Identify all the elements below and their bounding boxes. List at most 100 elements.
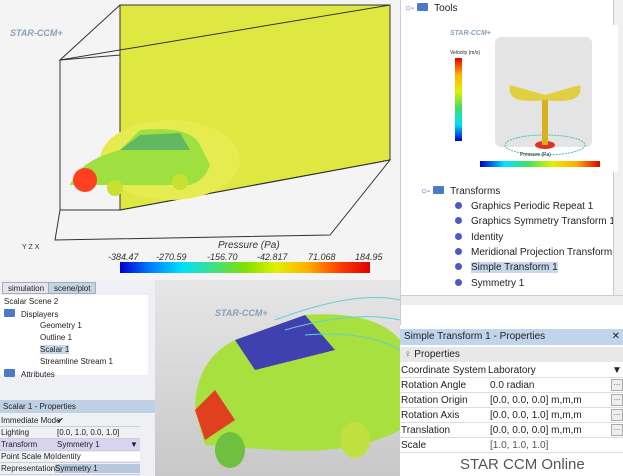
prop-row[interactable]: Rotation Origin [0.0, 0.0, 0.0] m,m,m … xyxy=(400,393,623,408)
properties-section: ♀ Properties xyxy=(400,347,623,362)
streamline-scene-view[interactable]: STAR-CCM+ xyxy=(155,280,400,476)
pressure-scene-view[interactable]: STAR-CCM+ Y Z X Pressure (Pa) -384.47 -2… xyxy=(0,0,400,280)
axis-x: X xyxy=(34,244,40,251)
pin-icon: ♀ xyxy=(404,349,412,360)
tree-item-selected[interactable]: Simple Transform 1 xyxy=(455,262,558,273)
tree-item[interactable]: Identity xyxy=(455,232,503,243)
prop-value[interactable]: [0.0, 1.0, 0.0, 1.0] xyxy=(57,428,119,437)
tree-label: Attributes xyxy=(21,370,55,379)
scene-tree[interactable]: Scalar Scene 2 Displayers Geometry 1 Out… xyxy=(0,295,148,379)
prop-value[interactable]: [0.0, 0.0, 1.0] m,m,m xyxy=(490,410,582,421)
folder-icon xyxy=(433,186,445,194)
prop-row[interactable]: Rotation Angle 0.0 radian… xyxy=(400,378,623,393)
tree-item[interactable]: Graphics Symmetry Transform 1 xyxy=(455,216,615,227)
properties-title: Simple Transform 1 - Properties xyxy=(400,329,623,345)
ellipsis-button[interactable]: … xyxy=(611,394,623,406)
transform-icon xyxy=(455,248,462,255)
prop-row[interactable]: Point Scale Mode Identity xyxy=(0,451,140,463)
legend-tick: -384.47 xyxy=(108,252,139,262)
transform-icon xyxy=(455,202,462,209)
transform-icon xyxy=(455,279,462,286)
car-pressure-render xyxy=(54,4,392,241)
close-icon[interactable]: ✕ xyxy=(612,331,620,342)
velocity-legend-title: Velocity (m/s) xyxy=(450,50,481,56)
prop-row[interactable]: Immediate Mode ✔ xyxy=(0,415,140,427)
prop-row[interactable]: Translation [0.0, 0.0, 0.0] m,m,m … xyxy=(400,423,623,438)
transform-icon xyxy=(455,217,462,224)
tree-hscrollbar[interactable] xyxy=(401,295,623,305)
prop-key: Scale xyxy=(401,440,427,451)
velocity-color-bar xyxy=(455,58,462,141)
section-label: Properties xyxy=(414,349,460,360)
coordinate-system-dropdown[interactable]: Laboratory xyxy=(488,365,536,376)
axis-z: Z xyxy=(28,244,33,251)
transform-dropdown[interactable]: Symmetry 1 xyxy=(57,440,100,449)
legend-tick: -270.59 xyxy=(156,252,187,262)
legend-tick: 71.068 xyxy=(308,252,336,262)
tree-item[interactable]: Graphics Periodic Repeat 1 xyxy=(455,201,593,212)
pressure-color-bar xyxy=(480,161,600,167)
tree-node-tools[interactable]: ○- Tools xyxy=(405,3,458,14)
tree-label: Symmetry 1 xyxy=(471,278,525,289)
tree-item[interactable]: Symmetry 1 xyxy=(455,278,524,289)
tree-item[interactable]: Streamline Stream 1 xyxy=(40,357,113,366)
tree-label: Identity xyxy=(471,232,504,243)
properties-title: Scalar 1 - Properties xyxy=(0,400,155,413)
prop-key: Immediate Mode xyxy=(1,416,61,425)
pressure-legend-title: Pressure (Pa) xyxy=(520,152,551,158)
prop-row[interactable]: Representation Symmetry 1 xyxy=(0,463,140,475)
axis-triad-icon: Y Z X xyxy=(22,244,39,251)
axis-y: Y xyxy=(22,244,27,251)
tree-label: Transforms xyxy=(450,186,501,197)
tree-node-transforms[interactable]: ○- Transforms xyxy=(421,186,500,197)
tree-item-selected[interactable]: Scalar 1 xyxy=(40,345,70,354)
prop-row[interactable]: Scale [1.0, 1.0, 1.0] xyxy=(400,438,623,453)
tree-label: Tools xyxy=(434,3,458,14)
tree-node-attributes[interactable]: Attributes xyxy=(4,369,55,379)
prop-row[interactable]: Coordinate System Laboratory ▼ xyxy=(400,363,623,378)
tree-item[interactable]: Outline 1 xyxy=(40,333,72,342)
ellipsis-button[interactable]: … xyxy=(611,424,623,436)
folder-icon xyxy=(4,309,15,317)
prop-value[interactable]: [1.0, 1.0, 1.0] xyxy=(490,440,548,451)
transform-icon xyxy=(455,263,462,270)
tree-label: Graphics Periodic Repeat 1 xyxy=(471,201,594,212)
tab-simulation[interactable]: simulation xyxy=(2,282,51,294)
prop-key: Rotation Origin xyxy=(401,395,468,406)
tree-label: Displayers xyxy=(21,310,59,319)
prop-checkbox[interactable]: ✔ xyxy=(57,416,64,425)
prop-row[interactable]: Transform Symmetry 1 ▼ xyxy=(0,439,140,451)
tree-item[interactable]: Geometry 1 xyxy=(40,321,82,330)
prop-row[interactable]: Lighting [0.0, 1.0, 0.0, 1.0] xyxy=(0,427,140,439)
prop-value[interactable]: [0.0, 0.0, 0.0] m,m,m xyxy=(490,395,582,406)
propeller-scene-inset: STAR-CCM+ Velocity (m/s) Pressure (Pa) xyxy=(440,25,618,172)
legend-tick: -42.817 xyxy=(257,252,288,262)
propeller-render xyxy=(504,85,586,156)
folder-icon xyxy=(4,369,15,377)
prop-key: Lighting xyxy=(1,428,30,437)
prop-key: Coordinate System xyxy=(401,365,487,376)
prop-key: Translation xyxy=(401,425,451,436)
transform-properties-panel: Simple Transform 1 - Properties ✕ ♀ Prop… xyxy=(400,325,623,476)
prop-key: Representation xyxy=(1,464,56,473)
tree-node-scene[interactable]: Scalar Scene 2 xyxy=(4,297,58,306)
chevron-down-icon[interactable]: ▼ xyxy=(612,365,622,376)
dropdown-option[interactable]: Identity xyxy=(55,452,140,461)
chevron-down-icon[interactable]: ▼ xyxy=(130,440,138,449)
ellipsis-button[interactable]: … xyxy=(611,379,623,391)
scene-panel: simulation scene/plot Scalar Scene 2 Dis… xyxy=(0,280,155,476)
ellipsis-button[interactable]: … xyxy=(611,409,623,421)
tree-label: Simple Transform 1 xyxy=(471,262,558,273)
prop-value[interactable]: 0.0 radian xyxy=(490,380,534,391)
car-streamline-render xyxy=(195,297,400,468)
tree-node-displayers[interactable]: Displayers xyxy=(4,309,58,319)
pressure-color-bar xyxy=(120,262,370,273)
transform-icon xyxy=(455,233,462,240)
star-ccm-logo: STAR-CCM+ xyxy=(450,30,491,37)
tab-scene-plot[interactable]: scene/plot xyxy=(48,282,97,294)
legend-tick: -156.70 xyxy=(207,252,238,262)
tree-item[interactable]: Meridional Projection Transform 1 xyxy=(455,247,621,258)
dropdown-option-selected[interactable]: Symmetry 1 xyxy=(55,464,140,473)
prop-row[interactable]: Rotation Axis [0.0, 0.0, 1.0] m,m,m… xyxy=(400,408,623,423)
prop-value[interactable]: [0.0, 0.0, 0.0] m,m,m xyxy=(490,425,582,436)
